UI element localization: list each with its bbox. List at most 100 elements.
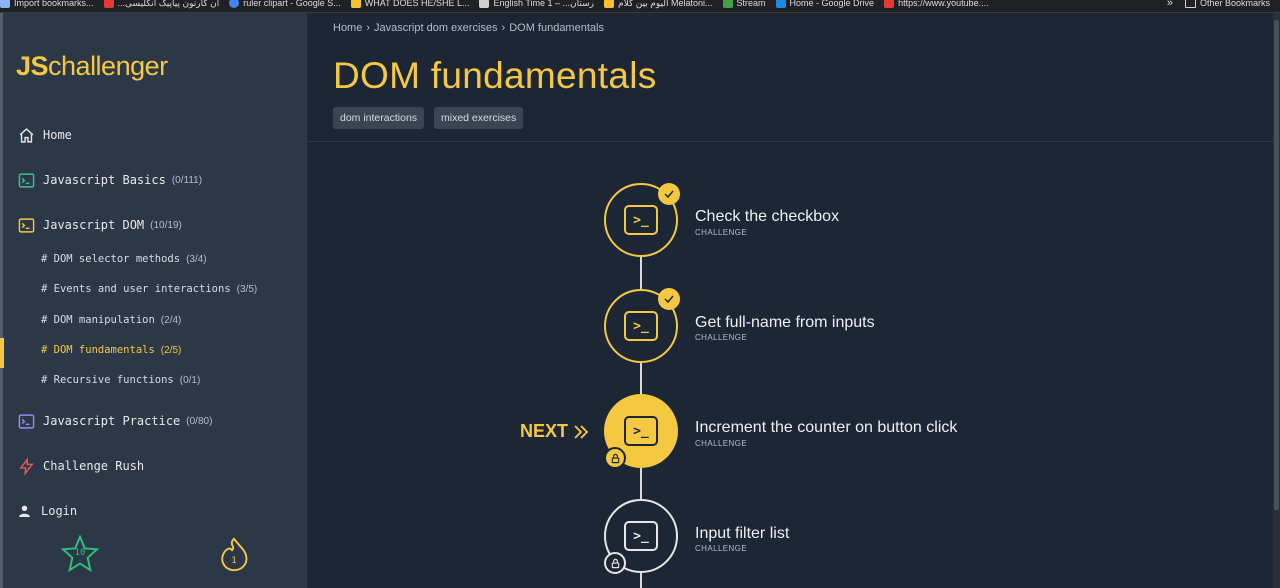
sidebar-item-label: Home bbox=[43, 128, 72, 142]
terminal-icon bbox=[17, 412, 35, 430]
progress-count: (3/4) bbox=[186, 253, 207, 265]
sidebar-subitem-events[interactable]: # Events and user interactions (3/5) bbox=[41, 283, 257, 295]
logo[interactable]: JSchallenger bbox=[16, 51, 168, 82]
folder-icon bbox=[1184, 0, 1196, 8]
challenge-type: CHALLENGE bbox=[695, 333, 748, 342]
sidebar-subitem-label: # DOM selector methods bbox=[41, 253, 181, 265]
logo-text: challenger bbox=[48, 51, 168, 81]
drive-icon bbox=[775, 0, 786, 8]
challenge-title[interactable]: Check the checkbox bbox=[695, 208, 839, 226]
terminal-icon: >_ bbox=[624, 521, 658, 551]
bookmark-item[interactable]: ruler clipart - Google S... bbox=[229, 0, 341, 10]
bookmark-label: اليوم بين كلام Melatoni... bbox=[618, 0, 713, 8]
progress-count: (2/5) bbox=[160, 344, 182, 356]
progress-count: (3/5) bbox=[236, 283, 258, 295]
chevron-right-icon: › bbox=[366, 22, 371, 34]
bookmark-label: Stream bbox=[736, 0, 766, 8]
stream-icon bbox=[722, 0, 733, 8]
flame-icon bbox=[221, 537, 248, 572]
star-achievement[interactable]: 10 bbox=[60, 534, 100, 573]
main-content bbox=[307, 13, 1273, 588]
sidebar-item-javascript-practice[interactable]: Javascript Practice (0/80) bbox=[17, 412, 212, 430]
scrollbar-thumb[interactable] bbox=[1274, 20, 1279, 510]
tag-dom-interactions[interactable]: dom interactions bbox=[333, 107, 425, 129]
bookmark-item[interactable]: WHAT DOES HE/SHE L... bbox=[350, 0, 470, 10]
breadcrumb-section[interactable]: Javascript dom exercises bbox=[374, 22, 498, 34]
sidebar-item-label: Challenge Rush bbox=[43, 459, 145, 473]
path-connector bbox=[640, 255, 642, 291]
sidebar-subitem-label: # Recursive functions bbox=[41, 374, 174, 386]
bookmark-item[interactable]: Home - Google Drive bbox=[775, 0, 875, 10]
challenge-title[interactable]: Increment the counter on button click bbox=[695, 419, 957, 437]
logo-js: JS bbox=[16, 51, 49, 81]
path-connector bbox=[640, 467, 642, 501]
progress-count: (0/111) bbox=[171, 174, 203, 186]
bookmark-label: Home - Google Drive bbox=[789, 0, 875, 8]
bookmark-item[interactable]: اليوم بين كلام Melatoni... bbox=[604, 0, 713, 10]
terminal-icon: >_ bbox=[624, 311, 658, 341]
sidebar-subitem-recursive-functions[interactable]: # Recursive functions (0/1) bbox=[41, 374, 200, 386]
bookmark-item[interactable]: Import bookmarks... bbox=[0, 0, 94, 10]
import-icon bbox=[0, 0, 10, 8]
sidebar-item-home[interactable]: Home bbox=[17, 126, 72, 144]
breadcrumb-home[interactable]: Home bbox=[333, 22, 362, 34]
bookmark-item[interactable]: https://www.youtube.... bbox=[884, 0, 989, 10]
next-indicator: NEXT bbox=[520, 421, 591, 442]
streak-count: 1 bbox=[231, 556, 237, 566]
streak-achievement[interactable]: 1 bbox=[215, 535, 253, 573]
terminal-icon: >_ bbox=[624, 205, 658, 235]
progress-count: (0/80) bbox=[186, 415, 213, 427]
page-title: DOM fundamentals bbox=[333, 55, 657, 96]
other-bookmarks-folder[interactable]: Other Bookmarks bbox=[1184, 0, 1270, 10]
path-connector bbox=[640, 572, 642, 588]
sidebar-subitem-label: # DOM manipulation bbox=[41, 314, 155, 326]
challenge-type: CHALLENGE bbox=[695, 228, 748, 237]
progress-count: (2/4) bbox=[160, 314, 182, 326]
challenge-title[interactable]: Get full-name from inputs bbox=[695, 314, 875, 332]
breadcrumb-current: DOM fundamentals bbox=[509, 22, 604, 34]
challenge-type: CHALLENGE bbox=[695, 544, 748, 553]
bookmark-label: WHAT DOES HE/SHE L... bbox=[364, 0, 470, 8]
sidebar-item-label: Javascript DOM bbox=[43, 218, 145, 232]
check-icon bbox=[658, 183, 680, 205]
lock-icon bbox=[604, 447, 626, 469]
tag-mixed-exercises[interactable]: mixed exercises bbox=[434, 107, 524, 129]
bookmark-item[interactable]: ...ان کارتون پیاپیک انکلیسی bbox=[103, 0, 220, 10]
google-icon bbox=[229, 0, 240, 8]
site-icon bbox=[479, 0, 490, 8]
sidebar-subitem-label: # DOM fundamentals bbox=[41, 344, 155, 356]
terminal-icon bbox=[17, 216, 35, 234]
sidebar-subitem-label: # Events and user interactions bbox=[41, 283, 231, 295]
divider bbox=[307, 141, 1273, 142]
bookmarks-bar: Import bookmarks... ...ان کارتون پیاپیک … bbox=[0, 0, 1280, 13]
progress-count: (10/19) bbox=[150, 219, 182, 231]
youtube-icon bbox=[884, 0, 895, 8]
active-indicator bbox=[0, 338, 4, 368]
sidebar-item-label: Javascript Basics bbox=[43, 173, 166, 187]
lightning-icon bbox=[17, 457, 35, 475]
sidebar-subitem-dom-fundamentals[interactable]: # DOM fundamentals (2/5) bbox=[41, 344, 181, 356]
sidebar-subitem-dom-manipulation[interactable]: # DOM manipulation (2/4) bbox=[41, 314, 181, 326]
bookmark-label: ruler clipart - Google S... bbox=[243, 0, 341, 8]
star-count: 10 bbox=[74, 548, 86, 558]
sidebar-item-challenge-rush[interactable]: Challenge Rush bbox=[17, 457, 144, 475]
bookmark-label: Other Bookmarks bbox=[1199, 0, 1270, 8]
terminal-icon: >_ bbox=[624, 416, 658, 446]
sidebar: JSchallenger Home Javascript Basics (0/1… bbox=[0, 13, 307, 588]
bookmark-label: English Time 1 – ...رستان bbox=[493, 0, 594, 8]
sidebar-subitem-dom-selector-methods[interactable]: # DOM selector methods (3/4) bbox=[41, 253, 207, 265]
sidebar-item-label: Login bbox=[41, 504, 78, 518]
sidebar-item-login[interactable]: Login bbox=[17, 502, 77, 520]
bookmark-item[interactable]: Stream bbox=[722, 0, 766, 10]
bookmark-item[interactable]: English Time 1 – ...رستان bbox=[479, 0, 594, 10]
bookmark-label: Import bookmarks... bbox=[14, 0, 94, 8]
challenge-title[interactable]: Input filter list bbox=[695, 525, 789, 543]
breadcrumb: Home › Javascript dom exercises › DOM fu… bbox=[333, 22, 604, 34]
bookmark-label: ...ان کارتون پیاپیک انکلیسی bbox=[117, 0, 220, 8]
bookmark-label: https://www.youtube.... bbox=[898, 0, 989, 8]
chevron-right-icon: › bbox=[501, 22, 506, 34]
check-icon bbox=[658, 288, 680, 310]
sidebar-item-javascript-dom[interactable]: Javascript DOM (10/19) bbox=[17, 216, 182, 234]
sidebar-item-javascript-basics[interactable]: Javascript Basics (0/111) bbox=[17, 171, 202, 189]
more-bookmarks-button[interactable]: » bbox=[1167, 0, 1173, 10]
